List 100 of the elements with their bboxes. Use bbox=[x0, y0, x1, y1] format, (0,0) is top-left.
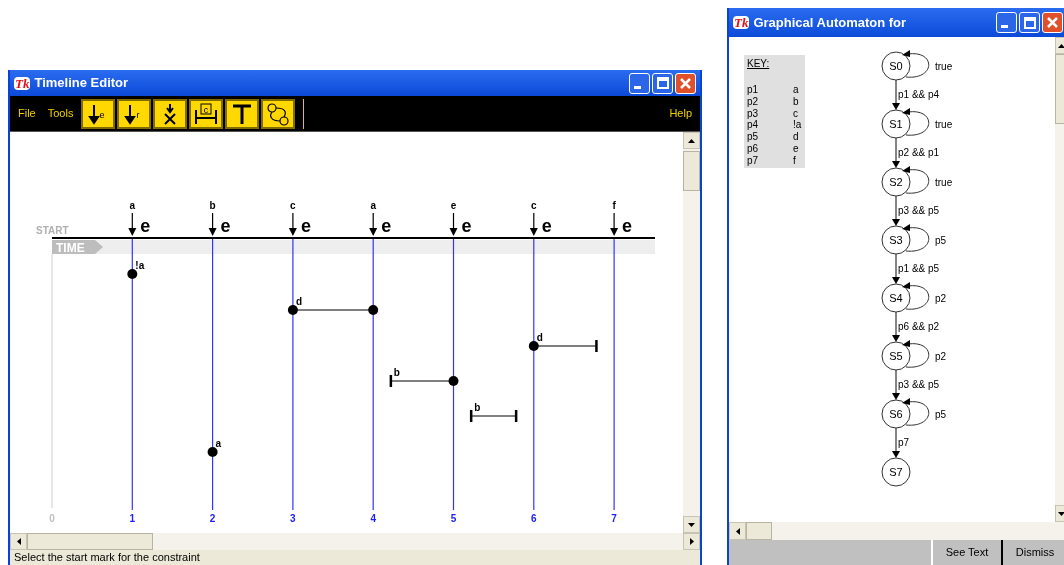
scroll-up-button[interactable] bbox=[683, 132, 700, 149]
scroll-thumb[interactable] bbox=[683, 151, 700, 191]
minimize-icon bbox=[1001, 25, 1008, 28]
constraint-label: b bbox=[393, 367, 400, 378]
constraint-point bbox=[127, 269, 138, 279]
start-label: START bbox=[36, 225, 69, 236]
event-marker: e bbox=[541, 216, 552, 236]
key-proposition: p7 bbox=[747, 154, 759, 166]
left-arrow-icon bbox=[735, 527, 740, 535]
key-proposition: p2 bbox=[747, 95, 759, 107]
transition-arrow bbox=[892, 369, 900, 400]
close-icon bbox=[680, 77, 691, 89]
constraint-label: !a bbox=[135, 260, 145, 271]
scroll-thumb[interactable] bbox=[27, 533, 153, 550]
event-arrow bbox=[288, 212, 297, 236]
transition-label: p1 && p5 bbox=[898, 263, 940, 274]
scroll-left-button[interactable] bbox=[10, 533, 27, 550]
key-value: e bbox=[793, 143, 799, 154]
state-node: S6 bbox=[881, 399, 911, 429]
key-proposition: p3 bbox=[747, 107, 759, 119]
transition-label: p2 && p1 bbox=[898, 147, 940, 158]
axis-tick-label: 2 bbox=[209, 513, 216, 524]
maximize-button[interactable] bbox=[1019, 12, 1040, 33]
minimize-icon bbox=[634, 85, 641, 89]
axis-tick-label: 4 bbox=[370, 513, 376, 524]
event-marker: e bbox=[461, 216, 472, 236]
scroll-down-button[interactable] bbox=[683, 516, 700, 533]
scroll-thumb[interactable] bbox=[1055, 54, 1064, 124]
self-loop-arrow bbox=[902, 108, 930, 136]
menu-item[interactable]: Tools bbox=[47, 105, 74, 122]
transition-arrow bbox=[892, 137, 900, 168]
menu-item[interactable]: Help bbox=[669, 105, 692, 122]
transition-arrow bbox=[892, 79, 900, 110]
scroll-thumb[interactable] bbox=[746, 522, 772, 540]
close-button[interactable] bbox=[1042, 12, 1063, 33]
scroll-up-button[interactable] bbox=[1055, 37, 1064, 54]
key-heading: KEY: bbox=[747, 58, 770, 69]
key-proposition: p5 bbox=[747, 131, 759, 143]
key-value: c bbox=[793, 107, 798, 119]
minimize-button[interactable] bbox=[996, 12, 1017, 33]
event-marker: e bbox=[220, 216, 231, 236]
maximize-button[interactable] bbox=[652, 72, 673, 94]
key-proposition: p6 bbox=[747, 143, 759, 154]
maximize-icon bbox=[1023, 16, 1036, 29]
constraint-interval bbox=[389, 375, 459, 387]
event-arrow bbox=[449, 212, 458, 236]
state-node: S7 bbox=[881, 457, 911, 487]
event-label: f bbox=[612, 200, 616, 211]
scroll-down-button[interactable] bbox=[1055, 505, 1064, 522]
state-node: S0 bbox=[881, 51, 911, 81]
state-node: S2 bbox=[881, 167, 911, 197]
key-value: a bbox=[793, 84, 799, 95]
tee-tool[interactable] bbox=[225, 98, 260, 129]
scroll-left-button[interactable] bbox=[729, 522, 746, 540]
self-loop-arrow bbox=[902, 50, 930, 78]
transition-arrow bbox=[892, 427, 900, 458]
constraint-interval bbox=[528, 340, 598, 352]
constraint-label: b bbox=[474, 402, 481, 413]
loop-label: p2 bbox=[935, 293, 947, 304]
state-node: S3 bbox=[881, 225, 911, 255]
axis-tick-label: 6 bbox=[531, 513, 537, 524]
axis-tick-label: 0 bbox=[49, 513, 55, 524]
key-value: b bbox=[793, 95, 799, 107]
menu-item[interactable]: File bbox=[18, 105, 36, 122]
left-arrow-icon bbox=[16, 538, 21, 545]
loop-label: p2 bbox=[935, 351, 947, 362]
scroll-right-button[interactable] bbox=[683, 533, 700, 550]
down-arrow-icon bbox=[688, 522, 695, 527]
state-node: S4 bbox=[881, 283, 911, 313]
event-label: c bbox=[531, 200, 537, 211]
minimize-button[interactable] bbox=[629, 72, 650, 94]
close-button[interactable] bbox=[675, 72, 696, 94]
up-arrow-icon bbox=[688, 138, 695, 143]
transition-label: p1 && p4 bbox=[898, 89, 940, 100]
key-value: d bbox=[793, 131, 799, 143]
cycle-icon bbox=[265, 101, 292, 126]
axis-tick-label: 5 bbox=[450, 513, 457, 524]
loop-label: true bbox=[935, 61, 953, 72]
down-arrow-icon bbox=[1057, 511, 1064, 516]
app-logo: Tk bbox=[14, 76, 31, 90]
app-logo: Tk bbox=[733, 16, 750, 29]
transition-arrow bbox=[892, 253, 900, 284]
cycle-tool[interactable] bbox=[261, 98, 296, 129]
transition-arrow bbox=[892, 195, 900, 226]
transition-label: p3 && p5 bbox=[898, 205, 940, 216]
key-proposition: p1 bbox=[747, 84, 759, 95]
loop-label: p5 bbox=[935, 409, 947, 420]
event-arrow bbox=[610, 212, 619, 236]
arrow-cross-tool[interactable] bbox=[153, 98, 188, 129]
loop-label: p5 bbox=[935, 235, 947, 246]
event-arrow bbox=[529, 212, 538, 236]
window-title: Graphical Automaton for bbox=[753, 13, 908, 32]
event-arrow bbox=[128, 212, 137, 236]
maximize-icon bbox=[656, 77, 669, 89]
self-loop-arrow bbox=[902, 340, 930, 368]
axis-tick-label: 1 bbox=[129, 513, 136, 524]
axis-tick-label: 3 bbox=[290, 513, 296, 524]
event-label: a bbox=[129, 200, 136, 211]
state-node: S1 bbox=[881, 109, 911, 139]
key-proposition: p4 bbox=[747, 119, 759, 131]
